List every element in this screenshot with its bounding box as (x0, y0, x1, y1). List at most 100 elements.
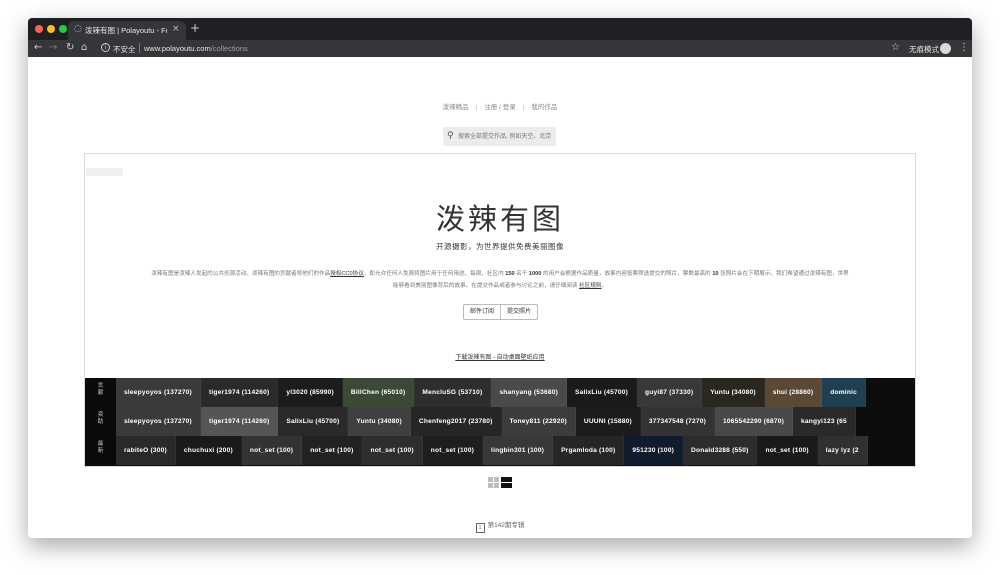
search-input[interactable] (458, 130, 553, 143)
page-subtitle: 开源摄影，为世界提供免费美丽图像 (436, 242, 564, 251)
contributor-chip[interactable]: Chenfeng2017 (23780) (410, 407, 502, 436)
contributor-chip[interactable]: 377347548 (7270) (640, 407, 716, 436)
url-divider (139, 43, 140, 53)
grid-view-icon[interactable] (488, 477, 499, 488)
row-label: 资助 (85, 407, 116, 436)
row-label-char: 资 (97, 412, 104, 418)
contributor-chip[interactable]: sleepyoyos (137270) (116, 378, 201, 407)
insecure-label[interactable]: 不安全 (113, 44, 136, 55)
contributor-chip[interactable]: guyi87 (37330) (637, 378, 703, 407)
contributor-strip: 贡献 sleepyoyos (137270) tiger1974 (114260) y… (85, 378, 915, 466)
contributor-chip[interactable]: lazy lyz (2 (817, 436, 868, 465)
intro-number: 10 (712, 271, 719, 277)
contributor-chip[interactable]: 951230 (100) (624, 436, 684, 465)
contributor-chip[interactable]: sleepyoyos (137270) (116, 407, 201, 436)
search-box[interactable]: ⚲ (443, 127, 556, 146)
intro-text: ，即允许任何人免费将图片用于任何用途。每周，社区内 (363, 271, 504, 277)
row-label-char: 最 (97, 441, 104, 447)
contributor-chip[interactable]: 1065542290 (6870) (715, 407, 793, 436)
download-app-link[interactable]: 下载泼辣有图 - 自动桌面壁纸应用 (85, 352, 915, 361)
info-icon[interactable]: i (101, 43, 110, 52)
contributor-chip[interactable]: kangyi123 (65 (793, 407, 856, 436)
row-label: 最新 (85, 436, 116, 465)
hero-card: 泼辣有图 开源摄影，为世界提供免费美丽图像 泼辣有图是泼辣人发起的公共创源活动。… (84, 153, 916, 467)
contributor-chip[interactable]: tiger1974 (114260) (200, 378, 279, 407)
row-label-char: 新 (97, 448, 104, 454)
incognito-avatar[interactable] (940, 43, 951, 54)
tab-bar: ◌ 泼辣有图 | Polayoutu - Free Ch × + (28, 18, 972, 40)
contributor-chip[interactable]: dominic (822, 378, 866, 407)
nav-link-login[interactable]: 注册 / 登录 (479, 101, 520, 111)
contributor-chip[interactable]: BillChen (65010) (342, 378, 415, 407)
minimize-window-button[interactable] (47, 25, 55, 33)
incognito-label[interactable]: 无痕模式 (909, 44, 939, 55)
browser-menu-icon[interactable]: ⋮ (959, 42, 969, 53)
back-arrow-icon[interactable]: ← (34, 42, 42, 53)
contributor-row: 资助 sleepyoyos (137270) tiger1974 (114260) S… (85, 407, 915, 436)
forward-arrow-icon[interactable]: → (49, 42, 57, 53)
contributor-chip[interactable]: shui (28860) (764, 378, 823, 407)
browser-window: ◌ 泼辣有图 | Polayoutu - Free Ch × + ← → ↻ ⌂… (28, 18, 972, 538)
email-subscribe-button[interactable]: 邮件订阅 (464, 305, 500, 319)
tab-close-icon[interactable]: × (172, 24, 180, 34)
contributor-chip[interactable]: SalixLiu (45700) (566, 378, 638, 407)
list-view-icon[interactable] (501, 477, 512, 488)
maximize-window-button[interactable] (59, 25, 67, 33)
row-label-char: 贡 (97, 383, 104, 389)
address-bar[interactable]: www.polayoutu.com/collections (144, 44, 248, 53)
contributor-chip[interactable]: not_set (100) (757, 436, 818, 465)
contributor-row: 贡献 sleepyoyos (137270) tiger1974 (114260) y… (85, 378, 915, 407)
issue-label: 第142期专辑 (487, 522, 525, 529)
view-toggle (488, 477, 512, 488)
submit-photo-button[interactable]: 提交照片 (500, 305, 537, 319)
card-corner-tag (86, 168, 123, 176)
intro-text: 。 (601, 283, 608, 289)
contributor-chip[interactable]: Toney811 (22920) (501, 407, 576, 436)
contributor-chip[interactable]: tiger1974 (114260) (200, 407, 279, 436)
contributor-chips: rabiteO (300) chuchuxi (200) not_set (100)… (116, 436, 868, 465)
home-icon[interactable]: ⌂ (81, 42, 87, 53)
contributor-chips: sleepyoyos (137270) tiger1974 (114260) yl3… (116, 378, 866, 407)
contributor-chip[interactable]: Yuntu (34080) (702, 378, 765, 407)
intro-text: 泼辣有图是泼辣人发起的公共创源活动。泼辣有图的贡献者将他们的作品 (151, 271, 331, 277)
nav-link-featured[interactable]: 泼辣精品 (438, 101, 474, 111)
community-rules-link[interactable]: 社区规则 (579, 283, 601, 289)
intro-text: 的用户会根据作品质量，故事内容投票筛选提交的照片，票数最高的 (542, 271, 711, 277)
action-button-group: 邮件订阅 提交照片 (463, 304, 538, 320)
contributor-chips: sleepyoyos (137270) tiger1974 (114260) Sal… (116, 407, 856, 436)
contributor-chip[interactable]: SalixLiu (45700) (278, 407, 349, 436)
nav-link-my-works[interactable]: 我的作品 (526, 101, 562, 111)
tab-title: 泼辣有图 | Polayoutu - Free Ch (85, 26, 167, 35)
contributor-chip[interactable]: not_set (100) (362, 436, 423, 465)
url-path: /collections (210, 44, 248, 53)
url-host: www.polayoutu.com (144, 44, 211, 53)
new-tab-button[interactable]: + (190, 21, 200, 35)
issue-link[interactable]: 1 第142期专辑 (28, 519, 972, 533)
page-title: 泼辣有图 (435, 202, 564, 236)
reload-icon[interactable]: ↻ (66, 42, 74, 53)
intro-text: 名千 (516, 271, 528, 277)
browser-tab[interactable]: ◌ 泼辣有图 | Polayoutu - Free Ch × (68, 21, 186, 40)
page-content: 泼辣精品|注册 / 登录|我的作品 ⚲ 泼辣有图 开源摄影，为世界提供免费美丽图… (28, 57, 972, 538)
contributor-chip[interactable]: UUUNI (15880) (575, 407, 641, 436)
license-link[interactable]: 授权CC0协议 (330, 271, 364, 277)
contributor-chip[interactable]: MencluSG (53710) (414, 378, 492, 407)
contributor-chip[interactable]: not_set (100) (302, 436, 363, 465)
contributor-chip[interactable]: Prgamloda (100) (553, 436, 625, 465)
contributor-chip[interactable]: not_set (100) (241, 436, 303, 465)
intro-number: 150 (505, 271, 515, 277)
screenshot-stage: ◌ 泼辣有图 | Polayoutu - Free Ch × + ← → ↻ ⌂… (0, 0, 1000, 575)
contributor-chip[interactable]: rabiteO (300) (116, 436, 176, 465)
row-label-char: 献 (97, 390, 104, 396)
contributor-chip[interactable]: not_set (100) (422, 436, 484, 465)
contributor-chip[interactable]: lingbin301 (100) (483, 436, 554, 465)
contributor-chip[interactable]: Donald3288 (550) (683, 436, 758, 465)
contributor-chip[interactable]: chuchuxi (200) (175, 436, 242, 465)
bookmark-star-icon[interactable]: ☆ (891, 42, 900, 53)
contributor-chip[interactable]: Yuntu (34080) (348, 407, 411, 436)
intro-paragraph: 泼辣有图是泼辣人发起的公共创源活动。泼辣有图的贡献者将他们的作品授权CC0协议，… (149, 268, 851, 292)
browser-toolbar: ← → ↻ ⌂ i 不安全 www.polayoutu.com/collecti… (28, 40, 972, 57)
close-window-button[interactable] (35, 25, 43, 33)
contributor-chip[interactable]: shanyang (53680) (491, 378, 567, 407)
contributor-chip[interactable]: yl3020 (85990) (278, 378, 343, 407)
